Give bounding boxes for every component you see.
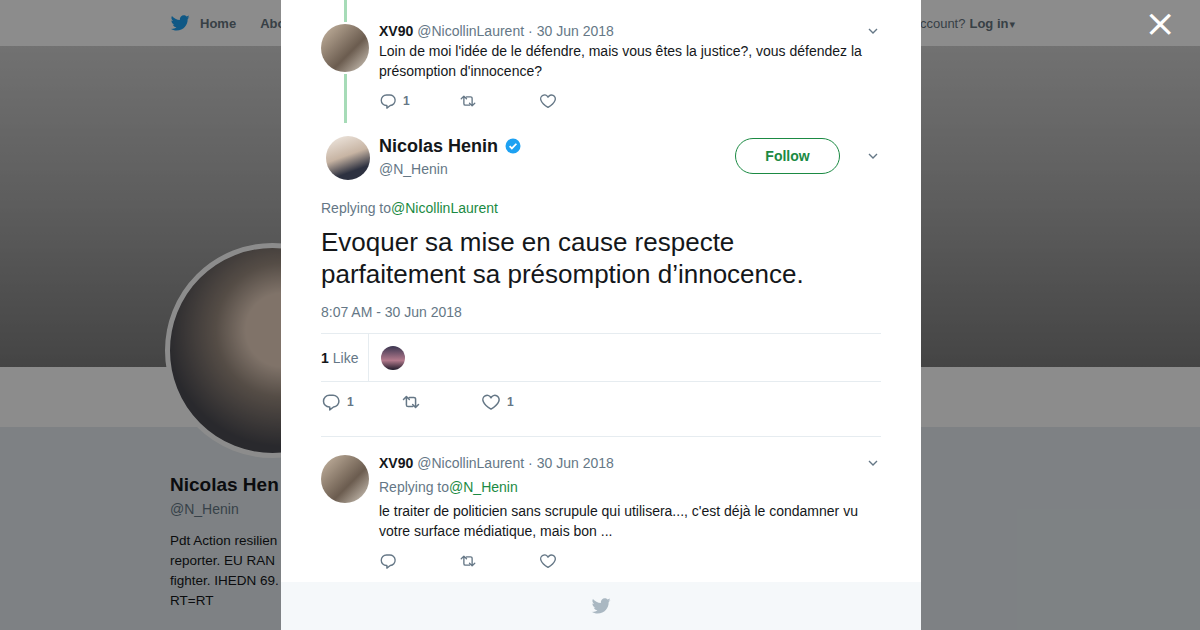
separator: ·: [528, 453, 533, 473]
verified-badge-icon: [504, 137, 522, 155]
thread-line: [344, 0, 347, 22]
user-name[interactable]: XV90: [379, 21, 413, 41]
tweet-text: Evoquer sa mise en cause respecte parfai…: [321, 226, 881, 290]
reply-icon[interactable]: [379, 92, 397, 110]
tweet-text: le traiter de politicien sans scrupule q…: [379, 501, 881, 541]
like-button[interactable]: [539, 92, 619, 110]
follow-button[interactable]: Follow: [735, 138, 840, 174]
separator: ·: [528, 21, 533, 41]
retweet-button[interactable]: [459, 92, 539, 110]
retweet-button[interactable]: [459, 552, 539, 570]
chevron-down-icon[interactable]: [865, 23, 881, 39]
tweet-actions: 11: [321, 382, 881, 422]
retweet-icon[interactable]: [459, 552, 477, 570]
tweet-modal: XV90@NicollinLaurent·30 Jun 2018Loin de …: [281, 0, 921, 630]
retweet-button[interactable]: [401, 392, 481, 412]
user-handle[interactable]: @NicollinLaurent: [417, 453, 524, 473]
replying-to: Replying to@N_Henin: [379, 477, 881, 497]
modal-footer: [281, 582, 921, 630]
like-count: 1: [507, 395, 514, 409]
reply-count: 1: [403, 94, 410, 108]
liker-avatar[interactable]: [381, 346, 405, 370]
user-avatar[interactable]: [321, 455, 369, 503]
heart-icon[interactable]: [481, 392, 501, 412]
thread-tweet[interactable]: XV90@NicollinLaurent·30 Jun 2018Loin de …: [321, 0, 881, 123]
mention-link[interactable]: @N_Henin: [449, 479, 518, 495]
mention-link[interactable]: @NicollinLaurent: [391, 200, 498, 216]
likes-row: 1 Like: [321, 333, 881, 382]
heart-icon[interactable]: [539, 552, 557, 570]
retweet-icon[interactable]: [459, 92, 477, 110]
tweet-date[interactable]: 30 Jun 2018: [537, 453, 614, 473]
user-avatar[interactable]: [326, 136, 370, 180]
user-name[interactable]: XV90: [379, 453, 413, 473]
reply-button[interactable]: 1: [321, 392, 401, 412]
user-handle[interactable]: @N_Henin: [379, 159, 735, 179]
reply-count: 1: [347, 395, 354, 409]
tweet-actions: [379, 551, 881, 571]
reply-button[interactable]: 1: [379, 92, 459, 110]
user-avatar[interactable]: [321, 24, 369, 72]
user-name[interactable]: Nicolas Henin: [379, 136, 498, 156]
chevron-down-icon[interactable]: [865, 455, 881, 471]
chevron-down-icon[interactable]: [865, 148, 881, 164]
tweet-date[interactable]: 30 Jun 2018: [537, 21, 614, 41]
retweet-icon[interactable]: [401, 392, 421, 412]
like-button[interactable]: [539, 552, 619, 570]
like-button[interactable]: 1: [481, 392, 561, 412]
focused-tweet: Nicolas Henin @N_HeninFollow Replying to@N…: [321, 123, 881, 437]
replying-to: Replying to@NicollinLaurent: [321, 198, 881, 218]
heart-icon[interactable]: [539, 92, 557, 110]
thread-line: [344, 74, 347, 123]
reply-button[interactable]: [379, 552, 459, 570]
likes-count[interactable]: 1 Like: [321, 334, 369, 381]
reply-icon[interactable]: [379, 552, 397, 570]
reply-icon[interactable]: [321, 392, 341, 412]
reply-tweet[interactable]: XV90@NicollinLaurent·30 Jun 2018 Replying…: [321, 437, 881, 571]
tweet-actions: 1: [379, 91, 881, 111]
tweet-timestamp[interactable]: 8:07 AM - 30 Jun 2018: [321, 302, 881, 322]
profile-page: HomeAboaccount?Log in▾Nicolas Hen@N_Heni…: [0, 0, 1200, 630]
close-button[interactable]: ×: [1140, 4, 1180, 42]
user-handle[interactable]: @NicollinLaurent: [417, 21, 524, 41]
tweet-text: Loin de moi l'idée de le défendre, mais …: [379, 41, 881, 81]
twitter-bird-icon: [591, 596, 611, 616]
